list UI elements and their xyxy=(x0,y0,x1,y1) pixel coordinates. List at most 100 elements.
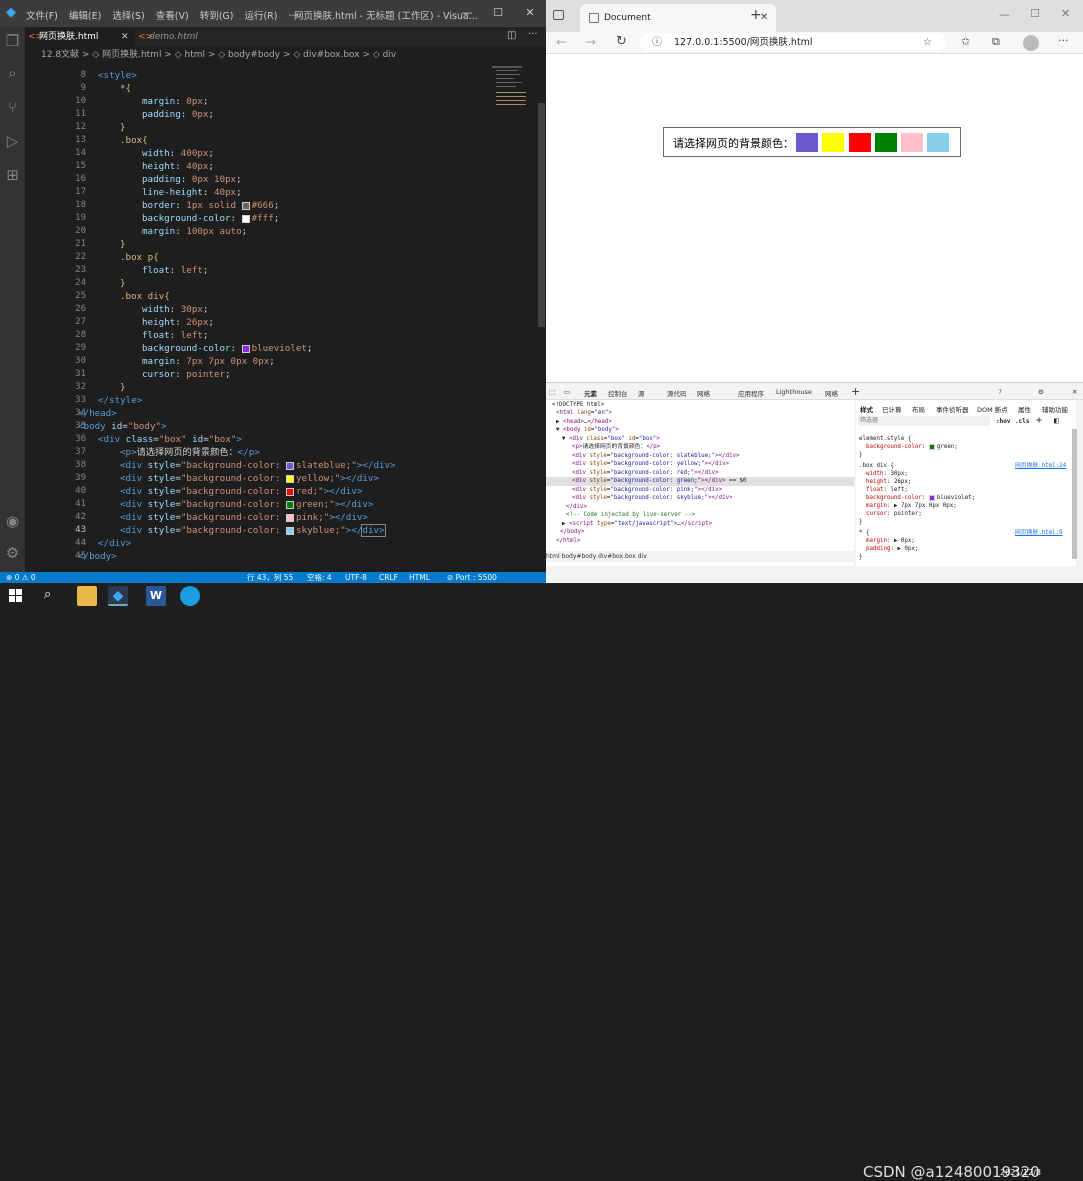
dom-tree[interactable]: <!DOCTYPE html> <html lang="en"> ▶ <head… xyxy=(546,400,854,566)
word-icon[interactable]: W xyxy=(146,586,166,606)
minimap[interactable] xyxy=(490,66,536,116)
subtab-dom-breakpoints[interactable]: DOM 断点 xyxy=(977,404,1008,414)
universal-source-link[interactable]: 网页换肤.html:9 xyxy=(1015,529,1063,537)
subtab-styles[interactable]: 样式 xyxy=(860,404,873,414)
tab-source-code[interactable]: 源代码 xyxy=(667,388,687,398)
window-title: 网页换肤.html - 无标题 (工作区) - Visua... xyxy=(294,11,478,22)
editor-scrollbar[interactable] xyxy=(538,103,545,327)
search-icon[interactable]: ⌕ xyxy=(3,64,22,83)
favorites-icon[interactable]: ✩ xyxy=(961,35,970,48)
menu-item-5[interactable]: 运行(R) xyxy=(244,8,277,22)
settings-more-icon[interactable]: ··· xyxy=(1058,34,1069,47)
dom-breadcrumbs[interactable]: html body#body div#box.box div xyxy=(546,551,854,562)
tab-elements[interactable]: 元素 xyxy=(584,388,597,398)
account-icon[interactable]: ◉ xyxy=(3,512,22,531)
browser-tab-document[interactable]: Document ✕ xyxy=(580,4,776,32)
minimize-icon[interactable]: — xyxy=(999,8,1010,21)
tab-actions-icon[interactable] xyxy=(553,10,564,20)
tab-close-icon[interactable]: ✕ xyxy=(121,27,129,47)
back-icon[interactable]: ← xyxy=(556,35,566,49)
swatch-slateblue[interactable] xyxy=(796,133,818,152)
new-rule-icon[interactable]: + xyxy=(1036,415,1042,426)
file-explorer-icon[interactable] xyxy=(77,586,97,606)
encoding-status[interactable]: UTF-8 xyxy=(345,572,367,583)
element-style-decl[interactable]: background-color: green; xyxy=(866,443,958,451)
maximize-icon[interactable]: ☐ xyxy=(1030,7,1040,20)
code-editor[interactable]: <style> *{ margin: 0px; padding: 0px; } … xyxy=(78,66,488,576)
vscode-titlebar: ◆ 文件(F) 编辑(E) 选择(S) 查看(V) 转到(G) 运行(R)... 网页换肤… xyxy=(0,0,546,27)
swatch-yellow[interactable] xyxy=(822,133,844,152)
menu-item-2[interactable]: 选择(S) xyxy=(112,8,144,22)
address-bar[interactable]: ⓘ 127.0.0.1:5500/网页换肤.html ☆ xyxy=(640,33,946,52)
rule-source-link[interactable]: 网页换肤.html:24 xyxy=(1015,462,1066,470)
tab-wangye-huanfu[interactable]: <> 网页换肤.html ✕ xyxy=(25,27,135,47)
computed-toggle-icon[interactable]: ◧ xyxy=(1054,416,1059,425)
subtab-properties[interactable]: 属性 xyxy=(1018,404,1031,414)
menu-item-4[interactable]: 转到(G) xyxy=(200,8,234,22)
inspect-icon[interactable]: ⬚ xyxy=(549,388,555,396)
html-file-icon: <> xyxy=(138,32,154,42)
swatch-green[interactable] xyxy=(875,133,897,152)
search-icon[interactable]: ⌕ xyxy=(44,587,51,602)
indent-status[interactable]: 空格: 4 xyxy=(307,572,332,583)
refresh-icon[interactable]: ↻ xyxy=(616,34,627,49)
tab-label: demo.html xyxy=(149,32,198,42)
subtab-layout[interactable]: 布局 xyxy=(912,404,925,414)
vscode-logo-icon: ◆ xyxy=(6,5,16,20)
tab-console[interactable]: 控制台 xyxy=(608,388,628,398)
more-actions-icon[interactable]: ··· xyxy=(528,29,538,40)
menu-item-1[interactable]: 编辑(E) xyxy=(69,8,101,22)
swatch-red[interactable] xyxy=(849,133,871,152)
vscode-taskbar-icon[interactable]: ◆ xyxy=(108,586,128,606)
split-editor-icon[interactable]: ◫ xyxy=(507,30,516,41)
swatch-skyblue[interactable] xyxy=(927,133,949,152)
tab-demo[interactable]: <> demo.html xyxy=(135,27,225,47)
extensions-icon[interactable]: ⊞ xyxy=(3,166,22,185)
close-icon[interactable]: ✕ xyxy=(1061,7,1070,20)
collections-icon[interactable]: ⧉ xyxy=(992,35,1000,49)
page-icon xyxy=(589,13,599,23)
settings-gear-icon[interactable]: ⚙ xyxy=(3,544,22,563)
cls-toggle[interactable]: .cls xyxy=(1015,418,1029,425)
tab-sources[interactable]: 源 xyxy=(638,388,645,398)
source-control-icon[interactable]: ⑂ xyxy=(3,98,22,117)
tab-network[interactable]: 网络 xyxy=(697,388,710,398)
minimize-icon[interactable]: — xyxy=(460,6,474,19)
subtab-event-listeners[interactable]: 事件侦听器 xyxy=(936,404,969,414)
issues-badge[interactable]: 7 xyxy=(998,388,1002,396)
subtab-computed[interactable]: 已计算 xyxy=(882,404,902,414)
menu-item-0[interactable]: 文件(F) xyxy=(26,8,58,22)
windows-start-icon[interactable] xyxy=(9,589,23,603)
breadcrumb[interactable]: 12.8文献 > ◇ 网页换肤.html > ◇ html > ◇ body#b… xyxy=(25,47,546,64)
tab-label: 网页换肤.html xyxy=(39,32,99,42)
subtab-accessibility[interactable]: 辅助功能 xyxy=(1042,404,1068,414)
swatch-pink[interactable] xyxy=(901,133,923,152)
devtools-close-icon[interactable]: ✕ xyxy=(1072,388,1077,396)
run-debug-icon[interactable]: ▷ xyxy=(3,132,22,151)
menu-item-3[interactable]: 查看(V) xyxy=(156,8,189,22)
device-icon[interactable]: ▭ xyxy=(564,388,570,396)
new-tab-icon[interactable]: + xyxy=(750,7,762,23)
styles-filter-input[interactable]: 筛选器 xyxy=(858,416,990,426)
problems-status[interactable]: ⊗ 0 ⚠ 0 xyxy=(6,572,36,583)
site-info-icon[interactable]: ⓘ xyxy=(652,33,662,52)
close-icon[interactable]: ✕ xyxy=(523,6,537,19)
forward-icon[interactable]: → xyxy=(586,35,596,49)
edge-icon[interactable] xyxy=(180,586,200,606)
styles-scrollbar[interactable] xyxy=(1072,429,1077,559)
eol-status[interactable]: CRLF xyxy=(379,572,398,583)
maximize-icon[interactable]: ☐ xyxy=(491,6,505,19)
add-tab-icon[interactable]: + xyxy=(851,385,860,398)
tab-application[interactable]: 应用程序 xyxy=(738,388,764,398)
tab-lighthouse[interactable]: Lighthouse xyxy=(776,388,812,396)
live-server-port[interactable]: ⊘ Port : 5500 xyxy=(447,572,497,583)
add-favorite-icon[interactable]: ☆ xyxy=(923,33,932,52)
devtools-settings-icon[interactable]: ⚙ xyxy=(1038,388,1044,396)
tab-network-2[interactable]: 网络 xyxy=(825,388,838,398)
profile-avatar[interactable] xyxy=(1023,35,1039,51)
language-status[interactable]: HTML xyxy=(409,572,430,583)
status-bar: ⊗ 0 ⚠ 0 行 43，列 55 空格: 4 UTF-8 CRLF HTML … xyxy=(0,572,546,583)
explorer-icon[interactable]: ❐ xyxy=(3,32,22,51)
hov-toggle[interactable]: :hov xyxy=(996,418,1010,425)
cursor-position[interactable]: 行 43，列 55 xyxy=(247,572,293,583)
